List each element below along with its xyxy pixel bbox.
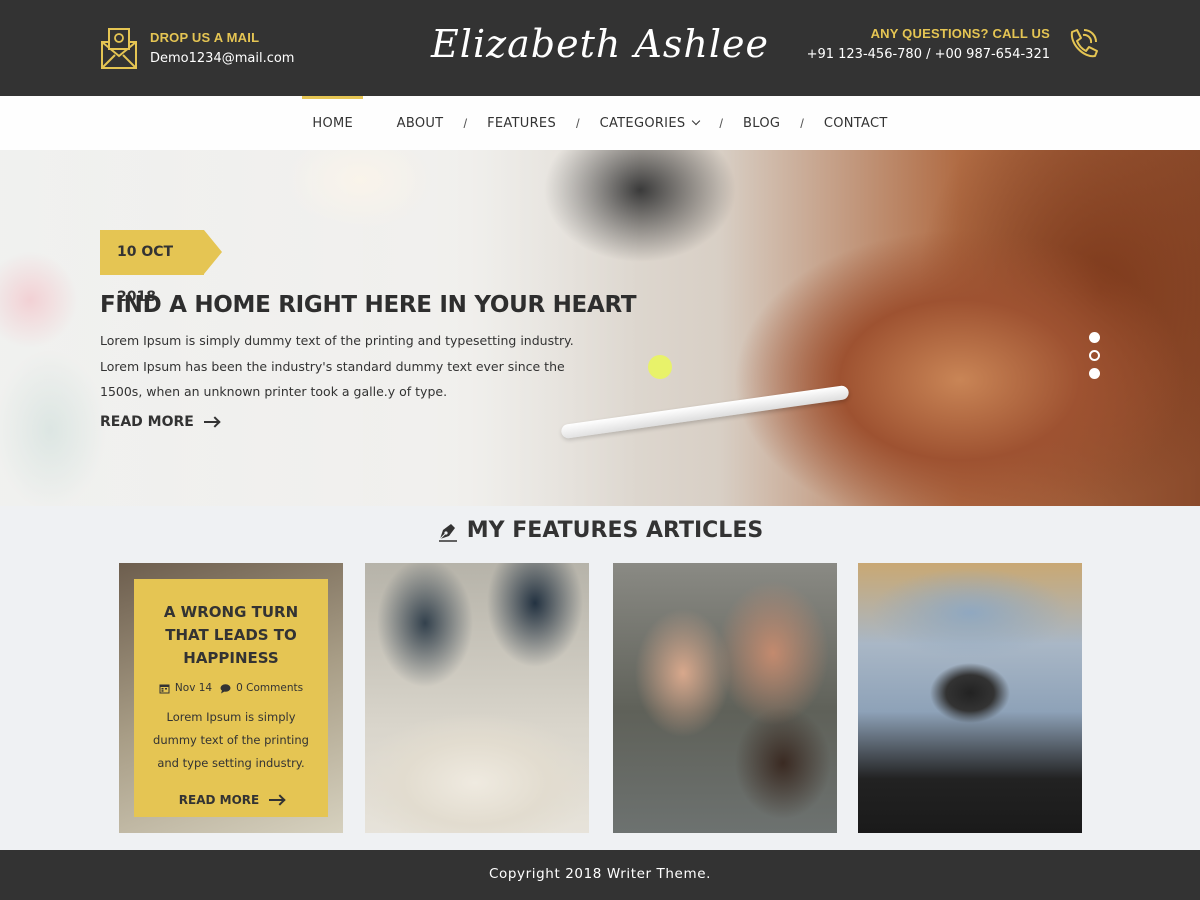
article-title[interactable]: A WRONG TURN THAT LEADS TO HAPPINESS [146,601,316,670]
nav-separator: / [719,115,724,131]
hero-photo-detail [648,355,672,379]
article-card[interactable]: A WRONG TURN THAT LEADS TO HAPPINESS Nov… [119,563,343,833]
nav-categories-label: CATEGORIES [599,115,686,131]
contact-phone: ANY QUESTIONS? CALL US +91 123-456-780 /… [807,26,1100,62]
site-logo[interactable]: Elizabeth Ashlee [420,22,780,66]
article-meta: Nov 14 0 Comments [146,682,316,694]
nav-separator: / [800,115,804,131]
article-card-image[interactable] [365,563,589,833]
mail-icon [101,28,137,69]
slider-dots [1089,332,1100,386]
chevron-down-icon [692,116,701,126]
nav-features[interactable]: FEATURES [477,96,566,150]
arrow-right-icon [203,421,218,423]
nav-separator: / [463,115,468,131]
nav-categories[interactable]: CATEGORIES [590,96,710,150]
calendar-icon [159,684,170,693]
nav-home[interactable]: HOME [302,96,363,150]
arrow-right-icon [269,799,284,801]
features-heading: MY FEATURES ARTICLES [0,518,1200,543]
slider-dot-1[interactable] [1089,332,1100,343]
article-card-image[interactable] [858,563,1082,833]
article-read-more-label: READ MORE [178,793,260,807]
article-card-image[interactable] [613,563,837,833]
article-read-more[interactable]: READ MORE [178,793,284,807]
hero-read-more-label: READ MORE [100,414,194,430]
copyright-text: Copyright 2018 Writer Theme. [488,866,712,882]
top-header: DROP US A MAIL Demo1234@mail.com Elizabe… [0,0,1200,96]
mail-label: DROP US A MAIL [150,30,260,45]
mail-address[interactable]: Demo1234@mail.com [150,51,294,66]
footer: Copyright 2018 Writer Theme. [0,850,1200,900]
phone-numbers[interactable]: +91 123-456-780 / +00 987-654-321 [807,47,1050,62]
article-excerpt: Lorem Ipsum is simply dummy text of the … [153,710,309,770]
article-comments[interactable]: 0 Comments [236,682,303,694]
pen-nib-icon [438,523,457,542]
article-card-overlay: A WRONG TURN THAT LEADS TO HAPPINESS Nov… [134,579,328,817]
hero-date-tag: 10 OCT 2018 [100,230,222,305]
nav-blog[interactable]: BLOG [733,96,790,150]
contact-mail: DROP US A MAIL Demo1234@mail.com [100,26,294,70]
nav-contact[interactable]: CONTACT [814,96,898,150]
hero-text: Lorem Ipsum is simply dummy text of the … [100,333,574,399]
article-date: Nov 14 [174,682,213,694]
phone-label: ANY QUESTIONS? CALL US [870,26,1050,41]
nav-about[interactable]: ABOUT [387,96,454,150]
comments-icon [220,683,231,693]
phone-icon [1070,29,1098,58]
features-title: MY FEATURES ARTICLES [466,518,764,543]
slider-dot-3[interactable] [1089,368,1100,379]
hero-read-more[interactable]: READ MORE [100,414,218,430]
hero-title: FIND A HOME RIGHT HERE IN YOUR HEART [100,292,637,318]
main-nav: HOME / ABOUT / FEATURES / CATEGORIES / B… [0,96,1200,150]
nav-separator: / [576,115,580,131]
slider-dot-2[interactable] [1089,350,1100,361]
